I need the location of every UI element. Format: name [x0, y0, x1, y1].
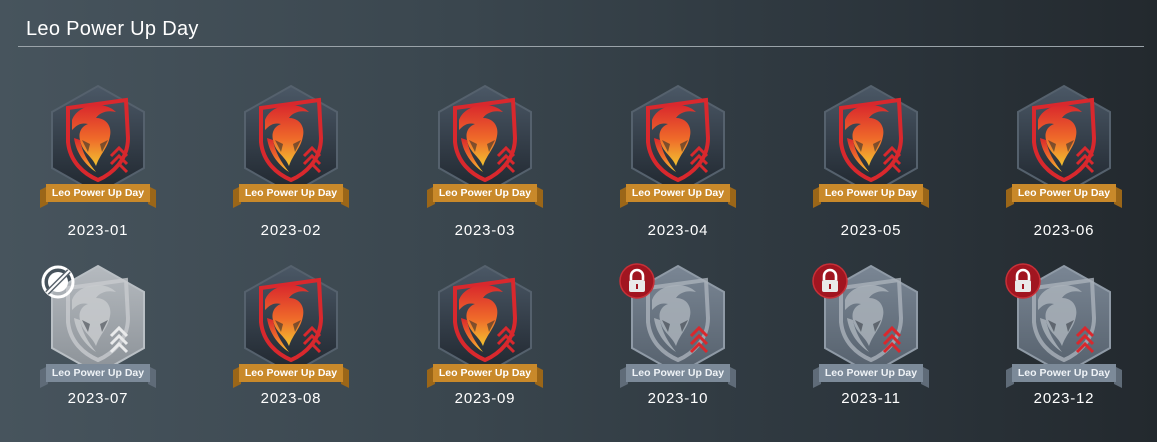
badge-graphic: [233, 264, 349, 388]
badge-label: Leo Power Up Day: [244, 187, 338, 199]
unavailable-icon: [41, 265, 75, 299]
badge-graphic: [813, 84, 929, 208]
lock-icon: [1005, 263, 1041, 299]
badge-item-2023-03[interactable]: Leo Power Up Day 2023-03: [425, 82, 545, 242]
badge-item-2023-08[interactable]: Leo Power Up Day 2023-08: [231, 262, 351, 422]
badge-date: 2023-02: [260, 222, 322, 239]
badge-item-2023-01[interactable]: Leo Power Up Day 2023-01: [38, 82, 158, 242]
badge-date: 2023-11: [841, 390, 901, 407]
page-title: Leo Power Up Day: [26, 18, 199, 40]
badge-label: Leo Power Up Day: [1017, 187, 1111, 199]
badge-item-2023-11[interactable]: Leo Power Up Day 2023-11: [811, 262, 931, 422]
badge-date: 2023-04: [647, 222, 709, 239]
badge-graphic: [620, 84, 736, 208]
badge-label: Leo Power Up Day: [438, 367, 532, 379]
badge-label: Leo Power Up Day: [51, 367, 145, 379]
badge-item-2023-02[interactable]: Leo Power Up Day 2023-02: [231, 82, 351, 242]
badge-label: Leo Power Up Day: [824, 367, 918, 379]
lock-icon: [812, 263, 848, 299]
badge-item-2023-06[interactable]: Leo Power Up Day 2023-06: [1004, 82, 1124, 242]
badge-date: 2023-12: [1033, 390, 1095, 407]
badge-date: 2023-05: [840, 222, 902, 239]
badge-item-2023-04[interactable]: Leo Power Up Day 2023-04: [618, 82, 738, 242]
badge-graphic: [427, 84, 543, 208]
badge-label: Leo Power Up Day: [1017, 367, 1111, 379]
badge-label: Leo Power Up Day: [631, 187, 725, 199]
badge-label: Leo Power Up Day: [51, 187, 145, 199]
badge-date: 2023-03: [454, 222, 516, 239]
badge-date: 2023-01: [67, 222, 129, 239]
badge-date: 2023-08: [260, 390, 322, 407]
badge-item-2023-12[interactable]: Leo Power Up Day 2023-12: [1004, 262, 1124, 422]
header-divider: [18, 46, 1144, 47]
badge-graphic: [1006, 84, 1122, 208]
badge-item-2023-07[interactable]: Leo Power Up Day 2023-07: [38, 262, 158, 422]
badge-item-2023-05[interactable]: Leo Power Up Day 2023-05: [811, 82, 931, 242]
badge-graphic: [233, 84, 349, 208]
lock-icon: [619, 263, 655, 299]
badge-label: Leo Power Up Day: [438, 187, 532, 199]
badge-date: 2023-06: [1033, 222, 1095, 239]
badge-item-2023-10[interactable]: Leo Power Up Day 2023-10: [618, 262, 738, 422]
badge-graphic: [427, 264, 543, 388]
badge-label: Leo Power Up Day: [631, 367, 725, 379]
badge-date: 2023-07: [67, 390, 129, 407]
badge-label: Leo Power Up Day: [244, 367, 338, 379]
badge-label: Leo Power Up Day: [824, 187, 918, 199]
badge-item-2023-09[interactable]: Leo Power Up Day 2023-09: [425, 262, 545, 422]
badge-graphic: [40, 84, 156, 208]
badge-date: 2023-09: [454, 390, 516, 407]
badge-date: 2023-10: [647, 390, 709, 407]
